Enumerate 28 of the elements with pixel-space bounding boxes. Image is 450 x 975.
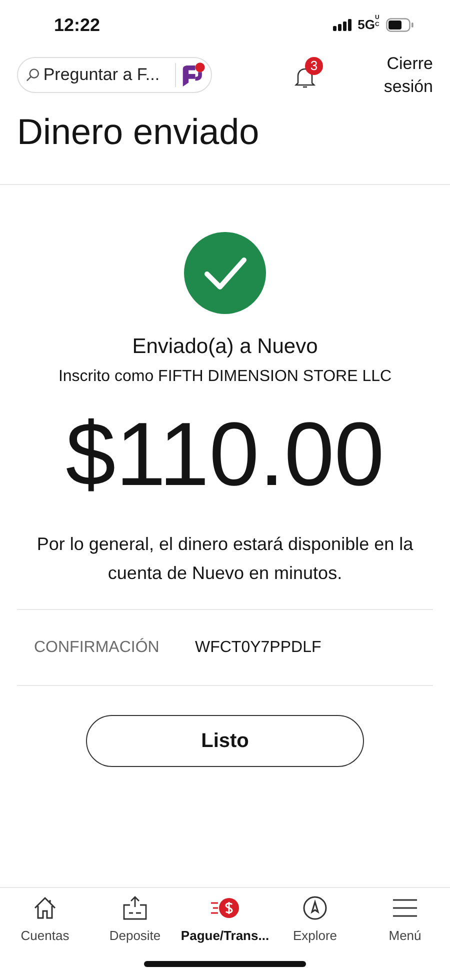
search-bar[interactable]: Preguntar a F... (17, 57, 212, 93)
done-button[interactable]: Listo (86, 715, 364, 767)
success-check-icon (184, 232, 266, 314)
deposit-icon (121, 895, 149, 921)
logout-link[interactable]: Cierre sesión (377, 52, 433, 98)
tab[interactable]: Cuentas (0, 894, 90, 946)
search-field[interactable]: Preguntar a F... (43, 62, 172, 88)
notification-badge: 3 (305, 57, 323, 75)
availability-message: Por lo general, el dinero estará disponible en la cuenta de Nuevo en minutos. (36, 533, 414, 585)
confirmation-label: CONFIRMACIÓN (34, 637, 160, 658)
tab[interactable]: Deposite (90, 894, 180, 946)
tab[interactable]: Menú (360, 894, 450, 946)
status-time: 12:22 (54, 14, 100, 36)
page-title: Dinero enviado (16, 110, 260, 154)
confirmation-number: WFCT0Y7PPDLF (195, 638, 322, 658)
compass-icon (302, 895, 328, 921)
payment-icon (209, 895, 241, 921)
tab[interactable]: Pague/Trans... (180, 894, 270, 946)
home-icon (32, 895, 58, 921)
signal-icon (332, 19, 353, 31)
network-label: 5G (358, 16, 375, 34)
recipient-subheading: Inscrito como FIFTH DIMENSION STORE LLC (58, 367, 392, 387)
chat-logo-icon (180, 61, 207, 89)
recipient-heading: Enviado(a) a Nuevo (132, 334, 318, 360)
tab[interactable]: Explore (270, 894, 360, 946)
battery-icon (386, 18, 414, 32)
amount: $110.00 (66, 404, 384, 507)
search-icon (26, 68, 40, 82)
